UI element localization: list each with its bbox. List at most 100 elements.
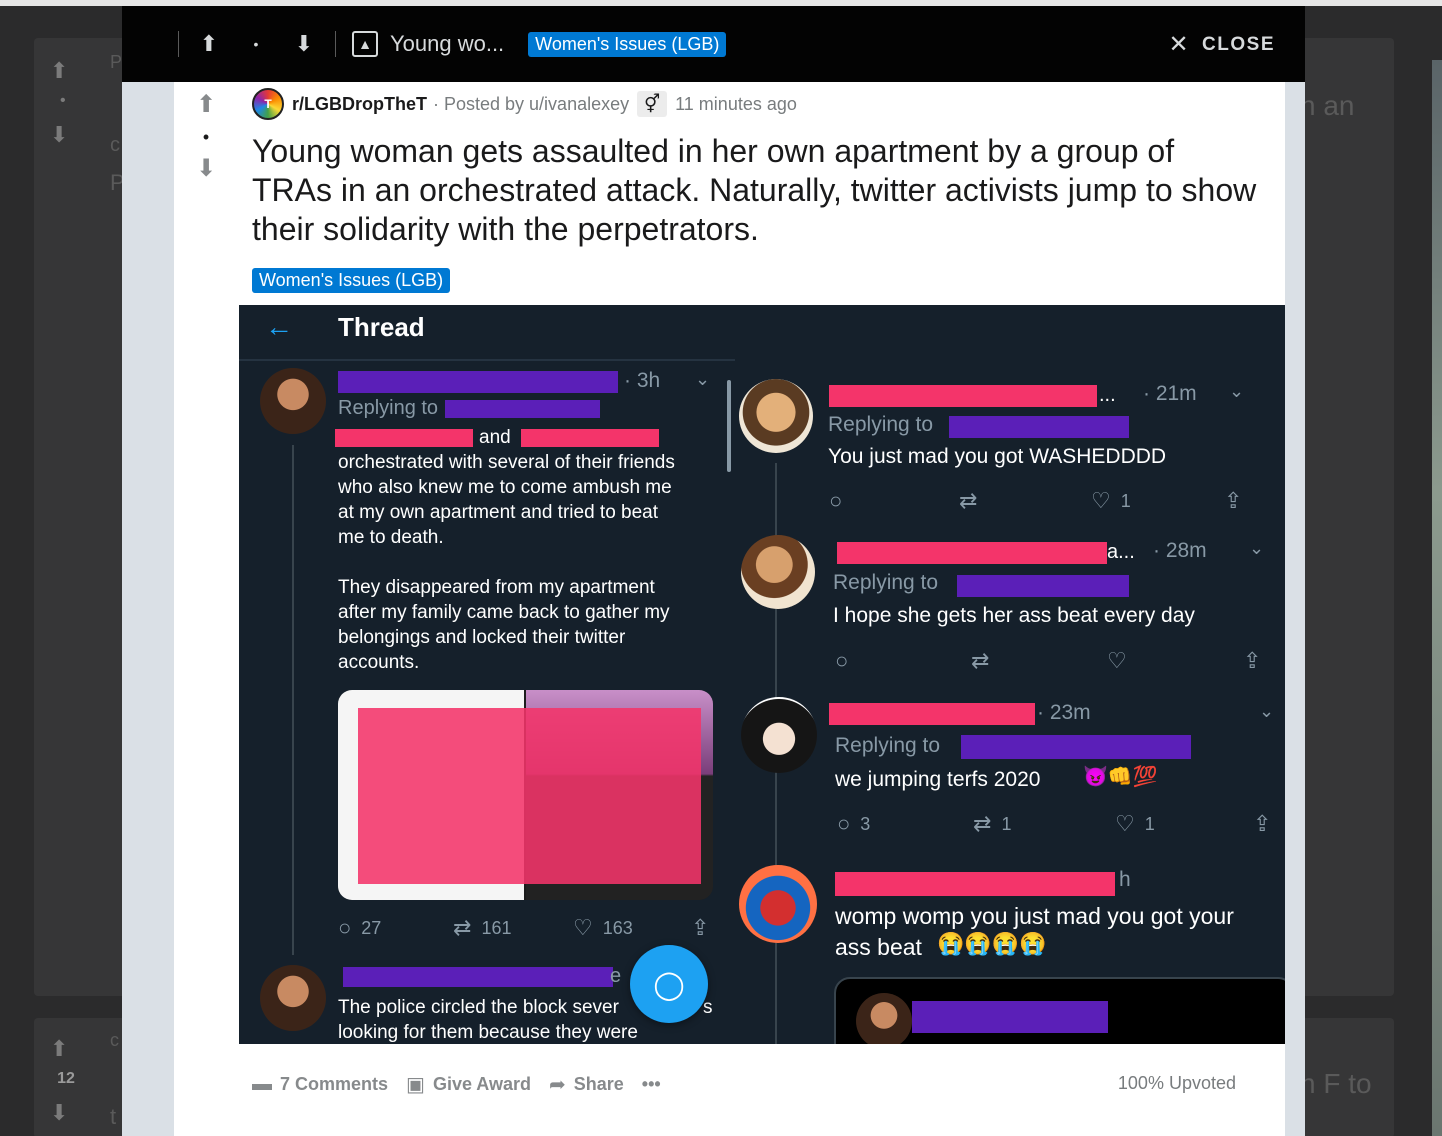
- downvote-button[interactable]: ⬇: [273, 31, 335, 57]
- background-downvote-icon: ⬇: [50, 1100, 69, 1125]
- like-count: ♡ 1: [1091, 488, 1131, 513]
- reply-count: ○ 27: [338, 915, 382, 940]
- background-text-fragment: n F to: [1300, 1068, 1372, 1099]
- background-downvote-icon: ⬇: [50, 122, 69, 147]
- avatar: [856, 993, 912, 1044]
- retweet-icon: ⇄: [959, 488, 978, 513]
- share-icon: ⇪: [691, 915, 710, 940]
- modal-flair[interactable]: Women's Issues (LGB): [528, 31, 727, 57]
- background-letter: c: [110, 134, 120, 156]
- comment-icon: ▬: [252, 1072, 272, 1095]
- comment-icon: ○: [338, 915, 352, 940]
- comment-icon: ○: [829, 488, 843, 513]
- post-container: ⬆ • ⬇ T r/LGBDropTheT · Posted by u/ivan…: [174, 82, 1285, 1136]
- share-button[interactable]: ➦ Share: [549, 1072, 624, 1097]
- heart-icon: ♡: [573, 915, 593, 940]
- heart-icon: ♡: [1107, 648, 1127, 673]
- chevron-down-icon: ⌄: [1259, 701, 1275, 721]
- redacted-name: [338, 371, 618, 393]
- upvote-ratio: 100% Upvoted: [1117, 1073, 1236, 1093]
- modal-body: ⬆ • ⬇ T r/LGBDropTheT · Posted by u/ivan…: [122, 82, 1305, 1136]
- chevron-down-icon: ⌄: [695, 369, 711, 389]
- give-award-button[interactable]: ▣ Give Award: [406, 1072, 531, 1097]
- gift-icon: ▣: [406, 1073, 425, 1096]
- arrow-down-icon[interactable]: ⬇: [196, 154, 216, 184]
- post-meta: T r/LGBDropTheT · Posted by u/ivanalexey…: [252, 86, 797, 122]
- more-options-button[interactable]: •••: [642, 1074, 661, 1095]
- tweet-partial: e: [610, 965, 622, 987]
- post-footer: ▬ 7 Comments ▣ Give Award ➦ Share ••• 10…: [252, 1066, 1262, 1102]
- posted-by[interactable]: · Posted by u/ivanalexey: [433, 94, 629, 115]
- bar-separator: [335, 31, 336, 57]
- arrow-up-icon[interactable]: ⬆: [196, 90, 216, 120]
- reply-text: You just mad you got WASHEDDDD: [828, 445, 1167, 468]
- tweet-time: · 28m: [1153, 539, 1207, 562]
- reply-icon: ○: [835, 648, 848, 674]
- upvote-button[interactable]: ⬆: [179, 31, 239, 57]
- heart-icon: ♡: [1115, 811, 1135, 836]
- tweet-body: orchestrated with several of their frien…: [338, 452, 675, 673]
- vote-score: •: [202, 127, 210, 147]
- share-icon: ⇪: [1243, 648, 1262, 673]
- redacted-handle: [957, 575, 1129, 597]
- redacted-name: [837, 542, 1107, 564]
- replying-to: Replying to: [338, 397, 439, 419]
- background-vote-dot: •: [60, 92, 66, 109]
- share-icon: ⇪: [1224, 488, 1243, 513]
- share-icon: ➦: [548, 1073, 566, 1096]
- post-time[interactable]: 11 minutes ago: [675, 94, 797, 115]
- avatar: [741, 535, 815, 609]
- retweet-icon: ⇄: [453, 915, 472, 940]
- heart-icon: ♡: [1091, 488, 1111, 513]
- chevron-down-icon: ⌄: [1229, 381, 1245, 401]
- redacted-handle: [335, 429, 473, 447]
- retweet-icon: ⇄: [971, 648, 990, 673]
- retweet-icon: ⇄: [973, 811, 992, 836]
- redacted-name: [835, 872, 1115, 896]
- close-button[interactable]: ✕ CLOSE: [1168, 30, 1275, 59]
- award-label: Give Award: [432, 1073, 531, 1094]
- post-modal: ⬆ • ⬇ ▲ Young wo... Women's Issues (LGB)…: [122, 6, 1305, 1136]
- modal-post-title: Young wo...: [390, 31, 505, 56]
- redacted-name: [343, 967, 613, 987]
- share-label: Share: [573, 1073, 624, 1094]
- reply-emoji: 😭😭😭😭: [937, 931, 1047, 956]
- thread-header: ← Thread: [239, 305, 1285, 359]
- back-arrow-icon: ←: [265, 311, 293, 342]
- subreddit-link[interactable]: r/LGBDropTheT: [292, 94, 427, 115]
- user-flair-icon: ⚥: [637, 91, 668, 117]
- chevron-down-icon: ⌄: [1249, 538, 1265, 558]
- redacted-overlay: [358, 708, 701, 884]
- thread-line: [292, 445, 294, 955]
- like-count: ♡ 163: [573, 915, 633, 940]
- background-upvote-icon: ⬆: [50, 58, 69, 83]
- background-letter: P: [110, 52, 123, 72]
- vote-column: ⬆ • ⬇: [186, 90, 226, 184]
- post-image[interactable]: ← Thread · 3h ⌄ Replying to and orchestr…: [239, 305, 1285, 1044]
- arrow-up-icon: ⬆: [199, 31, 219, 56]
- comments-button[interactable]: ▬ 7 Comments: [252, 1073, 388, 1096]
- comment-icon: ○: [837, 811, 851, 836]
- replying-to: Replying to: [835, 734, 941, 757]
- background-letter: t: [110, 1104, 117, 1129]
- tweet-body: The police circled the block sever: [338, 997, 619, 1018]
- tweet-embedded-image: [338, 690, 713, 900]
- vote-score-dot: •: [253, 36, 259, 52]
- post-flair[interactable]: Women's Issues (LGB): [252, 268, 451, 293]
- compose-tweet-button: ◯: [630, 945, 708, 1023]
- comment-icon: ○: [835, 648, 849, 673]
- share-icon: ⇪: [1253, 811, 1272, 836]
- reply-count: ○ 3: [837, 811, 871, 836]
- background-text-fragment: n an: [1300, 90, 1355, 121]
- tweet-time: h: [1119, 868, 1131, 891]
- redacted-name: [829, 703, 1035, 725]
- retweet-count: ⇄ 161: [453, 915, 512, 940]
- background-vote-count: 12: [57, 1070, 75, 1087]
- redacted-handle: [521, 429, 659, 447]
- redacted-handle: [949, 416, 1129, 438]
- compose-icon: ◯: [653, 968, 685, 1000]
- subreddit-icon[interactable]: T: [252, 88, 284, 120]
- background-window-edge: [1432, 60, 1442, 1136]
- close-label: CLOSE: [1202, 33, 1275, 55]
- tweet-time: · 3h: [624, 369, 661, 392]
